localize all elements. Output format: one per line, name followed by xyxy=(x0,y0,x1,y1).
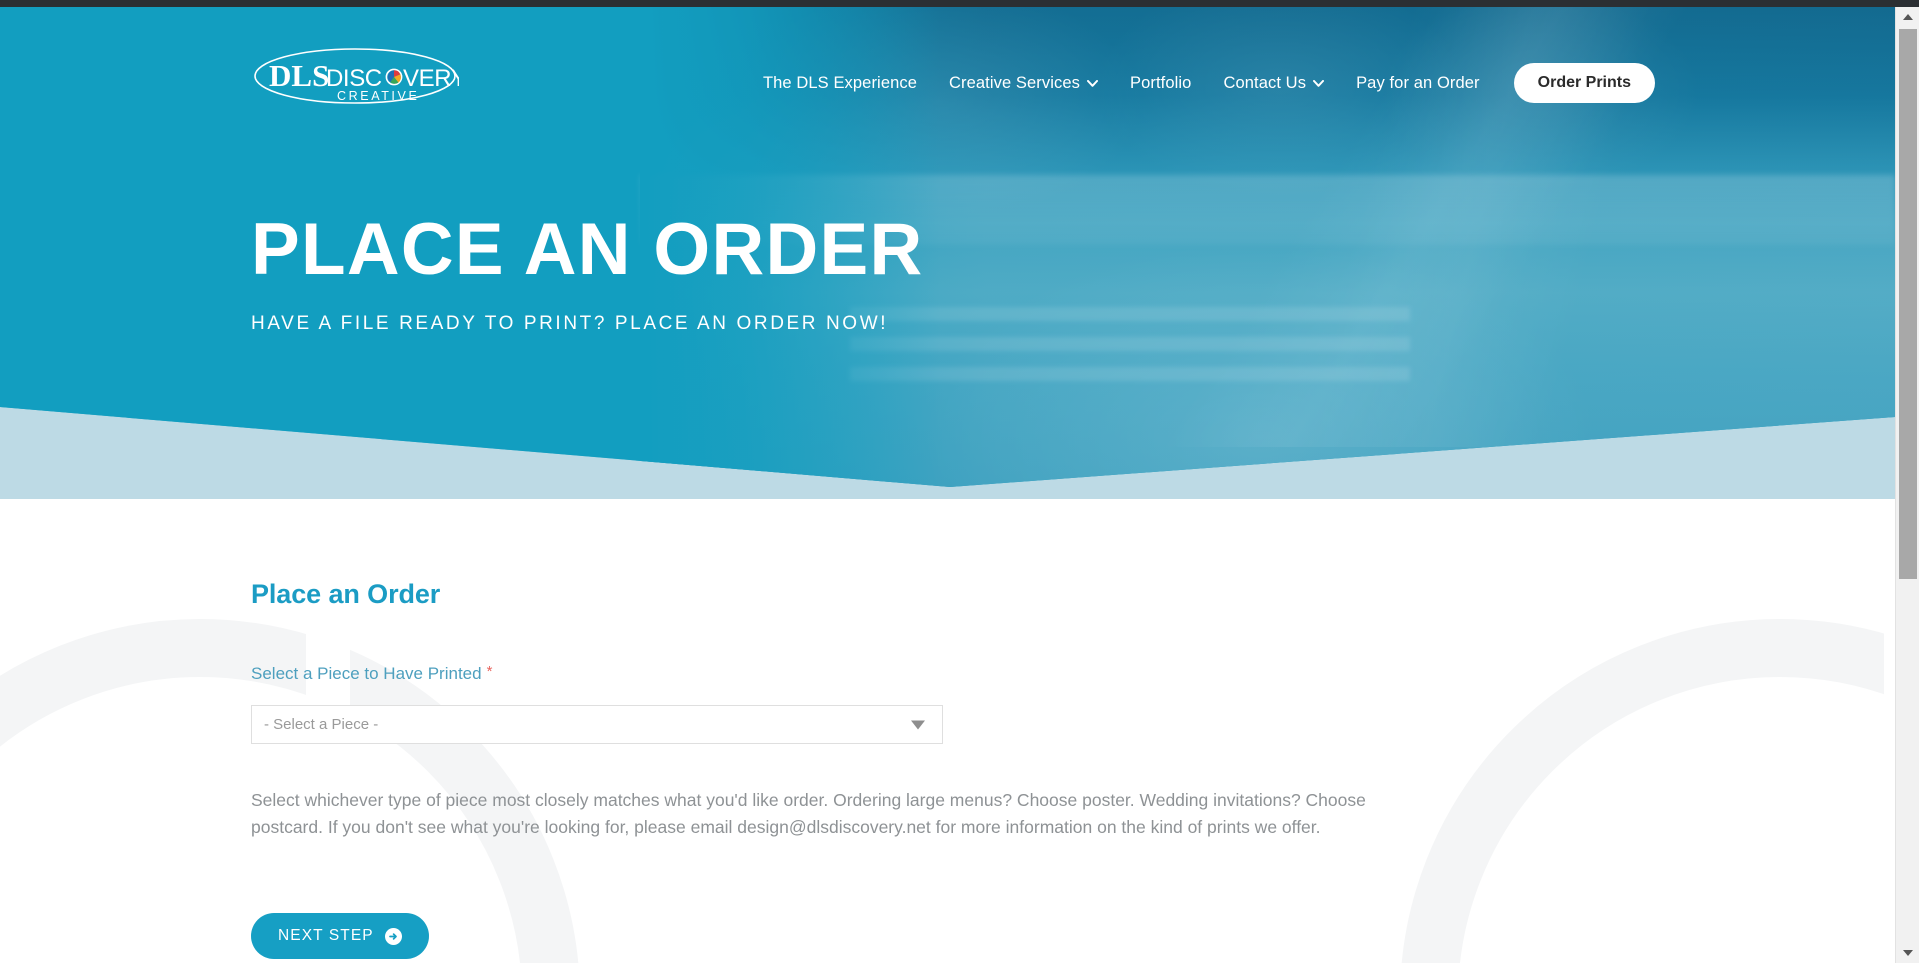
logo-icon: DLS DISC VERY CREATIVE xyxy=(254,48,467,104)
order-prints-button[interactable]: Order Prints xyxy=(1513,63,1655,103)
hero-section: DLS DISC VERY CREATIVE The DLS Experienc xyxy=(0,7,1895,499)
svg-text:DISC: DISC xyxy=(326,65,382,92)
nav-item-pay-for-an-order[interactable]: Pay for an Order xyxy=(1340,68,1496,99)
nav-label: Contact Us xyxy=(1223,73,1307,92)
select-piece-dropdown[interactable]: - Select a Piece - xyxy=(251,705,943,744)
help-text: Select whichever type of piece most clos… xyxy=(251,790,1366,838)
select-piece-label: Select a Piece to Have Printed * xyxy=(251,664,1651,684)
nav-item-portfolio[interactable]: Portfolio xyxy=(1114,68,1207,99)
nav-item-the-dls-experience[interactable]: The DLS Experience xyxy=(747,68,933,99)
chevron-down-icon xyxy=(1087,79,1098,87)
next-step-label: NEXT STEP xyxy=(278,927,374,945)
svg-text:VERY: VERY xyxy=(403,65,459,92)
background-arc-gap-right xyxy=(1884,617,1895,767)
main-navigation: The DLS Experience Creative Services Por… xyxy=(747,63,1655,103)
scroll-down-button[interactable] xyxy=(1896,943,1919,963)
svg-text:CREATIVE: CREATIVE xyxy=(337,89,419,103)
site-logo[interactable]: DLS DISC VERY CREATIVE xyxy=(251,45,467,107)
required-indicator: * xyxy=(486,663,493,680)
next-step-button[interactable]: NEXT STEP xyxy=(251,913,429,960)
main-content: Place an Order Select a Piece to Have Pr… xyxy=(0,499,1895,963)
order-form: Place an Order Select a Piece to Have Pr… xyxy=(251,499,1651,960)
scrollbar-thumb[interactable] xyxy=(1899,29,1917,579)
arrow-right-circle-icon xyxy=(384,927,402,945)
chevron-down-icon xyxy=(1313,79,1325,87)
nav-label: Creative Services xyxy=(949,73,1080,92)
page-title: Place an Order xyxy=(251,579,441,609)
page-viewport: DLS DISC VERY CREATIVE The DLS Experienc xyxy=(0,7,1895,963)
vertical-scrollbar[interactable] xyxy=(1895,7,1919,963)
hero-title: PLACE AN ORDER xyxy=(251,209,924,290)
triangle-down-icon xyxy=(1903,950,1913,956)
browser-top-edge xyxy=(0,0,1919,7)
hero-subtitle: HAVE A FILE READY TO PRINT? PLACE AN ORD… xyxy=(251,312,889,334)
scroll-up-button[interactable] xyxy=(1896,7,1919,27)
site-header: DLS DISC VERY CREATIVE The DLS Experienc xyxy=(0,7,1895,127)
nav-label: The DLS Experience xyxy=(762,73,917,92)
nav-label: Portfolio xyxy=(1130,73,1192,92)
select-piece-label-text: Select a Piece to Have Printed xyxy=(251,664,482,683)
chevron-down-icon xyxy=(911,720,925,729)
nav-item-creative-services[interactable]: Creative Services xyxy=(933,68,1114,99)
triangle-up-icon xyxy=(1903,14,1913,20)
select-piece-value: - Select a Piece - xyxy=(264,716,379,733)
nav-label: Pay for an Order xyxy=(1356,73,1480,92)
nav-item-contact-us[interactable]: Contact Us xyxy=(1207,68,1340,99)
svg-text:DLS: DLS xyxy=(269,58,329,93)
hero-copy: PLACE AN ORDER HAVE A FILE READY TO PRIN… xyxy=(251,209,924,335)
